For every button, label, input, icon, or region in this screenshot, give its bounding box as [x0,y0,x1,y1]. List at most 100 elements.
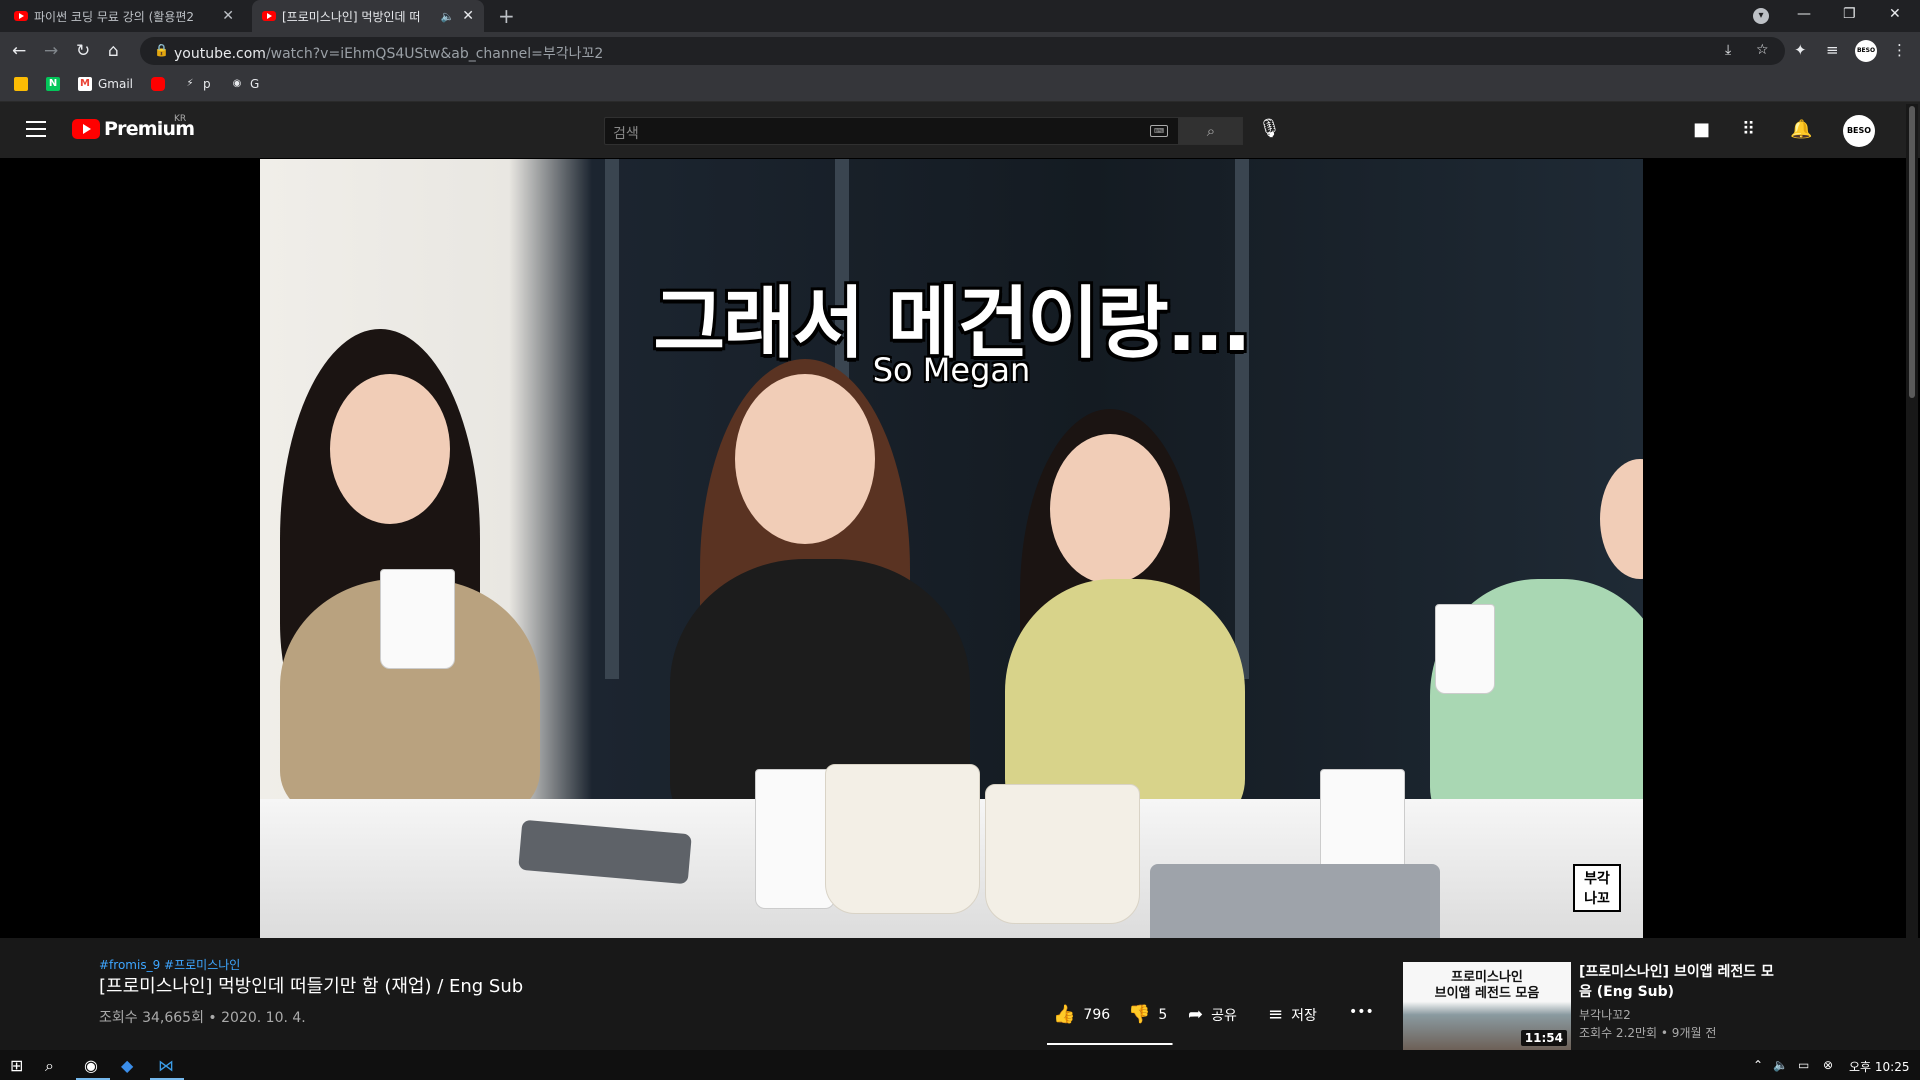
wall-panel [1235,159,1249,679]
youtube-logo-icon [72,119,100,139]
chrome-menu-icon[interactable]: ⋮ [1892,41,1907,59]
tab-close-icon[interactable]: ✕ [462,8,474,24]
remote-desktop-icon[interactable]: ◆ [121,1056,133,1075]
bingsu-bowl [825,764,980,914]
youtube-header: Premium KR 검색 ⌨ ⌕ 🎙 ■ ⠿ 🔔 BESO [0,102,1920,158]
paper-cup [380,569,455,669]
home-button[interactable]: ⌂ [108,41,119,61]
back-button[interactable]: ← [12,41,26,61]
channel-watermark: 부각 나꼬 [1573,864,1621,912]
youtube-favicon-icon [262,11,276,21]
reload-button[interactable]: ↻ [76,41,90,61]
microphone-icon[interactable]: 🎙 [1258,118,1281,139]
wall-panel [605,159,619,679]
thumbs-down-icon: 👎 [1128,1004,1151,1025]
bookmark-star-icon[interactable]: ☆ [1756,42,1769,58]
lock-icon[interactable]: 🔒 [154,43,169,57]
person-face [330,374,450,524]
menu-icon[interactable] [26,121,46,137]
bookmark-gmail[interactable]: M Gmail [78,77,133,91]
speaker-icon[interactable]: 🔈 [441,10,455,23]
like-ratio-bar [1047,1043,1173,1045]
bookmark-label: Gmail [98,77,134,91]
like-count: 796 [1083,1006,1111,1023]
view-count: 조회수 34,665회 [99,1010,204,1026]
share-label: 공유 [1211,1007,1237,1024]
bolt-icon: ⚡ [186,78,194,89]
recommended-meta: 조회수 2.2만회 • 9개월 전 [1579,1026,1717,1040]
tab-search-icon[interactable]: ▾ [1753,8,1769,24]
search-icon: ⌕ [1206,122,1216,140]
paper-cup [1435,604,1495,694]
tab-title: 파이썬 코딩 무료 강의 (활용편2 [34,9,195,24]
account-avatar[interactable]: BESO [1843,115,1875,147]
notifications-bell-icon[interactable]: 🔔 [1790,119,1812,140]
github-icon: ◉ [232,78,242,89]
network-icon[interactable]: ▭ [1798,1058,1809,1072]
minimize-button[interactable]: — [1797,6,1811,22]
recommended-thumbnail[interactable]: 프로미스나인 브이앱 레전드 모음 11:54 [1403,962,1571,1050]
youtube-icon [151,77,165,91]
youtube-premium-logo[interactable]: Premium KR [72,114,195,140]
bookmark-youtube[interactable] [151,77,171,91]
paper-cup [755,769,835,909]
bookmark-folder[interactable] [14,77,34,91]
search-button[interactable]: ⌕ [1179,117,1243,145]
search-placeholder: 검색 [613,126,639,142]
youtube-favicon-icon [14,11,28,21]
keyboard-icon[interactable]: ⌨ [1150,125,1168,137]
tab-python-course[interactable]: 파이썬 코딩 무료 강의 (활용편2 ✕ [4,0,244,32]
recommended-video[interactable]: 프로미스나인 브이앱 레전드 모음 11:54 [프로미스나인] 브이앱 레전드… [1403,962,1783,1050]
restore-button[interactable]: ❐ [1843,6,1856,22]
search-icon[interactable]: ⌕ [45,1056,54,1076]
person-face [1050,434,1170,584]
bookmark-p[interactable]: ⚡ p [183,77,210,91]
page-scrollbar[interactable] [1906,104,1918,1050]
share-button[interactable]: ➦ 공유 [1188,1004,1237,1025]
window-close-button[interactable]: ✕ [1889,6,1901,22]
chrome-icon[interactable]: ◉ [84,1056,98,1075]
save-button[interactable]: ≡ 저장 [1268,1004,1317,1025]
media-control-icon[interactable]: ≡ [1826,41,1839,59]
bookmark-github[interactable]: ◉ G [230,77,260,91]
tab-fromis-mukbang[interactable]: [프로미스나인] 먹방인데 떠 🔈 ✕ [252,0,484,32]
like-button[interactable]: 👍 796 [1053,1004,1110,1025]
address-bar[interactable]: 🔒 youtube.com/watch?v=iEhmQS4UStw&ab_cha… [140,37,1785,65]
thumbs-up-icon: 👍 [1053,1004,1076,1025]
volume-icon[interactable]: 🔈 [1773,1058,1788,1072]
save-label: 저장 [1291,1007,1317,1024]
create-video-icon[interactable]: ■ [1693,119,1710,140]
video-player[interactable]: 그래서 메건이랑... So Megan 부각 나꼬 [260,159,1643,938]
forward-button[interactable]: → [44,41,58,61]
paper-cup [1320,769,1405,879]
taskbar-clock[interactable]: 오후 10:25 [1849,1058,1909,1075]
recommended-title[interactable]: [프로미스나인] 브이앱 레전드 모음 (Eng Sub) [1579,962,1779,1002]
dislike-button[interactable]: 👎 5 [1128,1004,1167,1025]
profile-avatar[interactable]: BESO [1855,40,1877,62]
more-actions-button[interactable]: ••• [1349,1004,1374,1020]
windows-start-icon[interactable]: ⊞ [10,1056,23,1075]
upload-date: 2020. 10. 4. [221,1010,306,1026]
apps-icon[interactable]: ⠿ [1742,119,1755,140]
vscode-icon[interactable]: ⋈ [158,1056,174,1075]
new-tab-button[interactable]: + [498,4,515,28]
share-icon: ➦ [1188,1004,1204,1025]
playlist-add-icon: ≡ [1268,1004,1284,1025]
tray-expand-icon[interactable]: ⌃ [1753,1058,1763,1072]
tab-close-icon[interactable]: ✕ [222,8,234,24]
install-app-icon[interactable]: ⤓ [1725,42,1731,58]
url-text[interactable]: youtube.com/watch?v=iEhmQS4UStw&ab_chann… [174,43,603,63]
bookmark-naver[interactable]: N [46,77,66,91]
hashtags-link[interactable]: #fromis_9 #프로미스나인 [99,956,240,973]
like-ratio-fill [1047,1043,1172,1045]
search-input[interactable]: 검색 ⌨ [604,117,1179,145]
ime-icon[interactable]: ⊗ [1823,1058,1833,1072]
windows-taskbar: ⊞ ⌕ ◉ ◆ ⋈ ⌃ 🔈 ▭ ⊗ 오후 10:25 [0,1050,1920,1080]
duration-badge: 11:54 [1520,1030,1567,1046]
person-face [735,374,875,544]
scrollbar-thumb[interactable] [1909,106,1915,398]
extensions-icon[interactable]: ✦ [1794,41,1807,59]
browser-tabstrip: 파이썬 코딩 무료 강의 (활용편2 ✕ [프로미스나인] 먹방인데 떠 🔈 ✕… [0,0,1920,32]
recommended-channel[interactable]: 부각나꼬2 [1579,1006,1631,1023]
tablet [1150,864,1440,938]
